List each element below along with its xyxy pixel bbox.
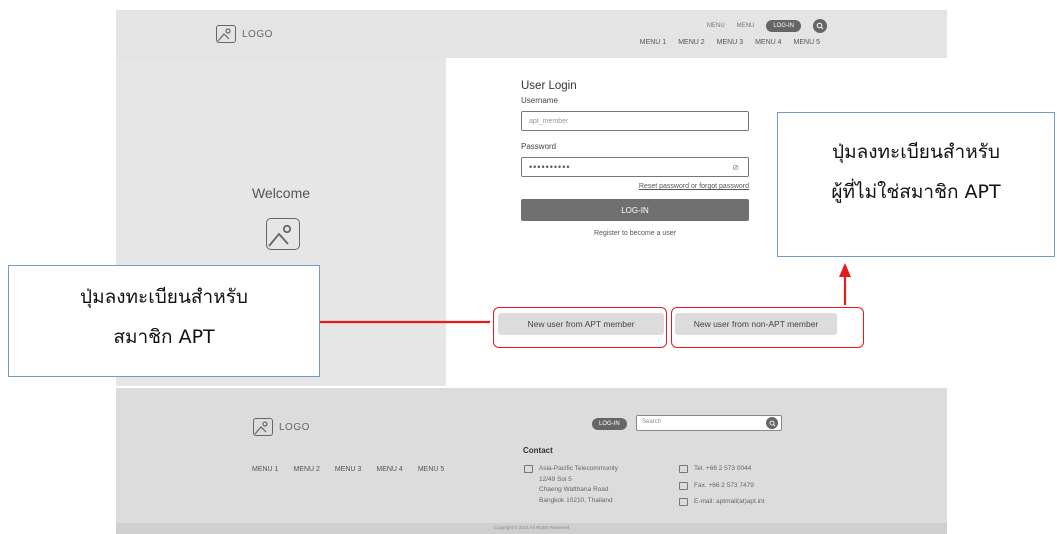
callout-apt-line-2: สมาชิก APT [113,326,215,348]
callout-apt: ปุ่มลงทะเบียนสำหรับ สมาชิก APT [8,265,320,377]
callout-apt-line-1: ปุ่มลงทะเบียนสำหรับ [80,286,248,308]
callout-non-apt-line-1: ปุ่มลงทะเบียนสำหรับ [832,141,1000,163]
callout-non-apt-line-2: ผู้ที่ไม่ใช่สมาชิก APT [831,181,1001,203]
arrow-head-up [839,263,851,277]
callout-non-apt: ปุ่มลงทะเบียนสำหรับ ผู้ที่ไม่ใช่สมาชิก A… [777,112,1055,257]
